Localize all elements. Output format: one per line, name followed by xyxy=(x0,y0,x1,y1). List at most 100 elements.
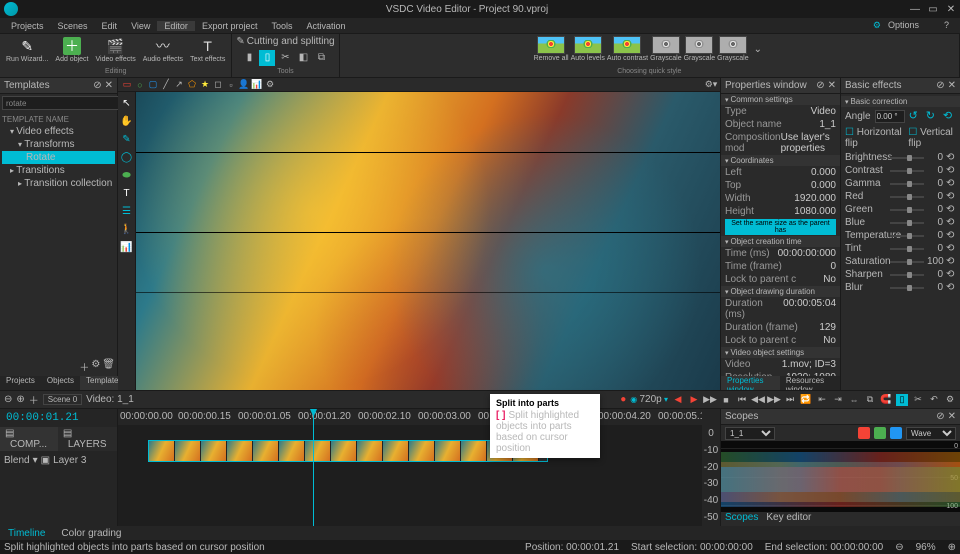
shape-chart-icon[interactable]: 📊 xyxy=(252,80,262,90)
split-tool[interactable]: ▯ xyxy=(259,50,275,66)
props-pin-icon[interactable]: ⊘ xyxy=(816,80,824,91)
shape-rect-icon[interactable]: ▭ xyxy=(122,80,132,90)
slider-4[interactable] xyxy=(890,209,924,211)
slider-reset-7[interactable]: ⟲ xyxy=(946,243,956,254)
same-size-button[interactable]: Set the same size as the parent has xyxy=(725,219,836,235)
range-button[interactable]: ⇔ xyxy=(848,394,860,406)
menu-view[interactable]: View xyxy=(124,21,157,31)
step-back-button[interactable]: ◀◀ xyxy=(752,394,764,406)
section-duration[interactable]: Object drawing duration xyxy=(721,286,840,297)
style-auto-levels[interactable]: Auto levels xyxy=(571,36,605,62)
tab-resources[interactable]: Resources window xyxy=(780,376,840,390)
help-button[interactable]: ? xyxy=(937,20,956,31)
angle-input[interactable] xyxy=(875,110,905,123)
color-grading-tab[interactable]: Color grading xyxy=(53,528,129,539)
shape-arrow-icon[interactable]: ↗ xyxy=(174,80,184,90)
text-effects-button[interactable]: TText effects xyxy=(188,36,227,64)
shape-more-icon[interactable]: ▫ xyxy=(226,80,236,90)
shape-gear-icon[interactable]: ⚙ xyxy=(265,80,275,90)
marker-out-button[interactable]: ⇥ xyxy=(832,394,844,406)
ellipse-tool-icon[interactable]: ⬬ xyxy=(120,168,134,182)
zoom-out-button[interactable]: ⊖ xyxy=(895,542,903,553)
tab-objects[interactable]: Objects ... xyxy=(41,376,80,390)
scene-add[interactable]: ＋ xyxy=(29,392,39,407)
scopes-close-icon[interactable]: ✕ xyxy=(948,411,956,422)
tree-transition-collection[interactable]: ▸ Transition collection xyxy=(2,177,115,190)
menu-tools[interactable]: Tools xyxy=(264,21,299,31)
timeline[interactable]: 00:00:00.00 00:00:00.15 00:00:01.05 00:0… xyxy=(118,409,702,526)
marker-in-button[interactable]: ⇤ xyxy=(816,394,828,406)
shape-round-icon[interactable]: ▢ xyxy=(148,80,158,90)
pen-tool-icon[interactable]: ✎ xyxy=(120,132,134,146)
style-grayscale-2[interactable]: Grayscale xyxy=(684,36,716,62)
section-basic-correction[interactable]: Basic correction xyxy=(841,96,960,107)
scene-nav-left[interactable]: ⊖ xyxy=(4,394,12,405)
slider-9[interactable] xyxy=(890,274,924,276)
slider-8[interactable] xyxy=(890,261,924,263)
hflip-checkbox[interactable]: ☐ Horizontal flip xyxy=(845,127,902,149)
track-row[interactable]: Blend▾ ▣ Layer 3 xyxy=(2,453,115,468)
zoom-in-button[interactable]: ⊕ xyxy=(948,542,956,553)
menu-editor[interactable]: Editor xyxy=(157,21,195,31)
maximize-button[interactable]: ▭ xyxy=(928,4,938,15)
template-add-button[interactable]: ＋ xyxy=(79,359,89,374)
record-icon[interactable]: ● xyxy=(620,394,626,405)
prev-frame-button[interactable]: ◀ xyxy=(672,394,684,406)
shape-circle-icon[interactable]: ○ xyxy=(135,80,145,90)
template-settings-button[interactable]: ⚙ xyxy=(91,359,100,374)
scope-mode-select[interactable]: Wave xyxy=(906,427,956,440)
slider-reset-1[interactable]: ⟲ xyxy=(946,165,956,176)
style-remove-all[interactable]: Remove all xyxy=(534,36,569,62)
video-tab[interactable]: Video: 1_1 xyxy=(86,394,134,405)
slider-reset-8[interactable]: ⟲ xyxy=(946,256,956,267)
cut-tool[interactable]: ✂ xyxy=(277,50,293,66)
slider-reset-3[interactable]: ⟲ xyxy=(946,191,956,202)
shape-star-icon[interactable]: ★ xyxy=(200,80,210,90)
split-button[interactable]: ▯ xyxy=(896,394,908,406)
slider-3[interactable] xyxy=(890,196,924,198)
panel-close-icon[interactable]: ✕ xyxy=(105,80,113,91)
settings-button[interactable]: ⚙ xyxy=(944,394,956,406)
shape-people-icon[interactable]: 👤 xyxy=(239,80,249,90)
style-more-button[interactable]: ⌄ xyxy=(751,44,765,55)
keyeditor-tab[interactable]: Key editor xyxy=(766,512,811,526)
style-grayscale-3[interactable]: Grayscale xyxy=(717,36,749,62)
audio-effects-button[interactable]: 〰Audio effects xyxy=(141,36,185,64)
undo-button[interactable]: ↶ xyxy=(928,394,940,406)
scope-g-button[interactable] xyxy=(874,427,886,439)
track-vis-icon[interactable]: ▣ xyxy=(41,455,50,466)
timeline-ruler[interactable]: 00:00:00.00 00:00:00.15 00:00:01.05 00:0… xyxy=(118,409,702,425)
person-tool-icon[interactable]: 🚶 xyxy=(120,222,134,236)
loop-button[interactable]: 🔁 xyxy=(800,394,812,406)
slider-2[interactable] xyxy=(890,183,924,185)
video-effects-button[interactable]: 🎬Video effects xyxy=(94,36,138,64)
scopes-tab[interactable]: Scopes xyxy=(725,512,758,526)
playhead[interactable] xyxy=(313,409,314,526)
shape-line-icon[interactable]: ╱ xyxy=(161,80,171,90)
run-wizard-button[interactable]: ✎Run Wizard... xyxy=(4,36,50,64)
tree-video-effects[interactable]: ▾ Video effects xyxy=(2,125,115,138)
menu-export[interactable]: Export project xyxy=(195,21,265,31)
preview-settings-icon[interactable]: ⚙▾ xyxy=(706,80,716,90)
slider-reset-4[interactable]: ⟲ xyxy=(946,204,956,215)
slider-reset-5[interactable]: ⟲ xyxy=(946,217,956,228)
slider-reset-10[interactable]: ⟲ xyxy=(946,282,956,293)
template-delete-button[interactable]: 🗑 xyxy=(102,359,115,374)
snap-button[interactable]: ⧉ xyxy=(864,394,876,406)
magnet-button[interactable]: 🧲 xyxy=(880,394,892,406)
rotate-reset-icon[interactable]: ⟲ xyxy=(943,109,956,123)
vflip-checkbox[interactable]: ☐ Vertical flip xyxy=(908,127,956,149)
section-coords[interactable]: Coordinates xyxy=(721,155,840,166)
add-object-button[interactable]: ＋Add object xyxy=(53,36,90,64)
minimize-button[interactable]: — xyxy=(910,4,920,15)
scope-r-button[interactable] xyxy=(858,427,870,439)
scope-b-button[interactable] xyxy=(890,427,902,439)
tab-projects[interactable]: Projects ... xyxy=(0,376,41,390)
scene-tab[interactable]: Scene 0 xyxy=(43,394,82,405)
scope-source-select[interactable]: 1_1 xyxy=(725,427,775,440)
hand-tool-icon[interactable]: ✋ xyxy=(120,114,134,128)
cursor-tool-icon[interactable]: ↖ xyxy=(120,96,134,110)
rotate-right-icon[interactable]: ↻ xyxy=(926,109,939,123)
stop-button[interactable]: ■ xyxy=(720,394,732,406)
play-button[interactable]: ▶ xyxy=(688,394,700,406)
